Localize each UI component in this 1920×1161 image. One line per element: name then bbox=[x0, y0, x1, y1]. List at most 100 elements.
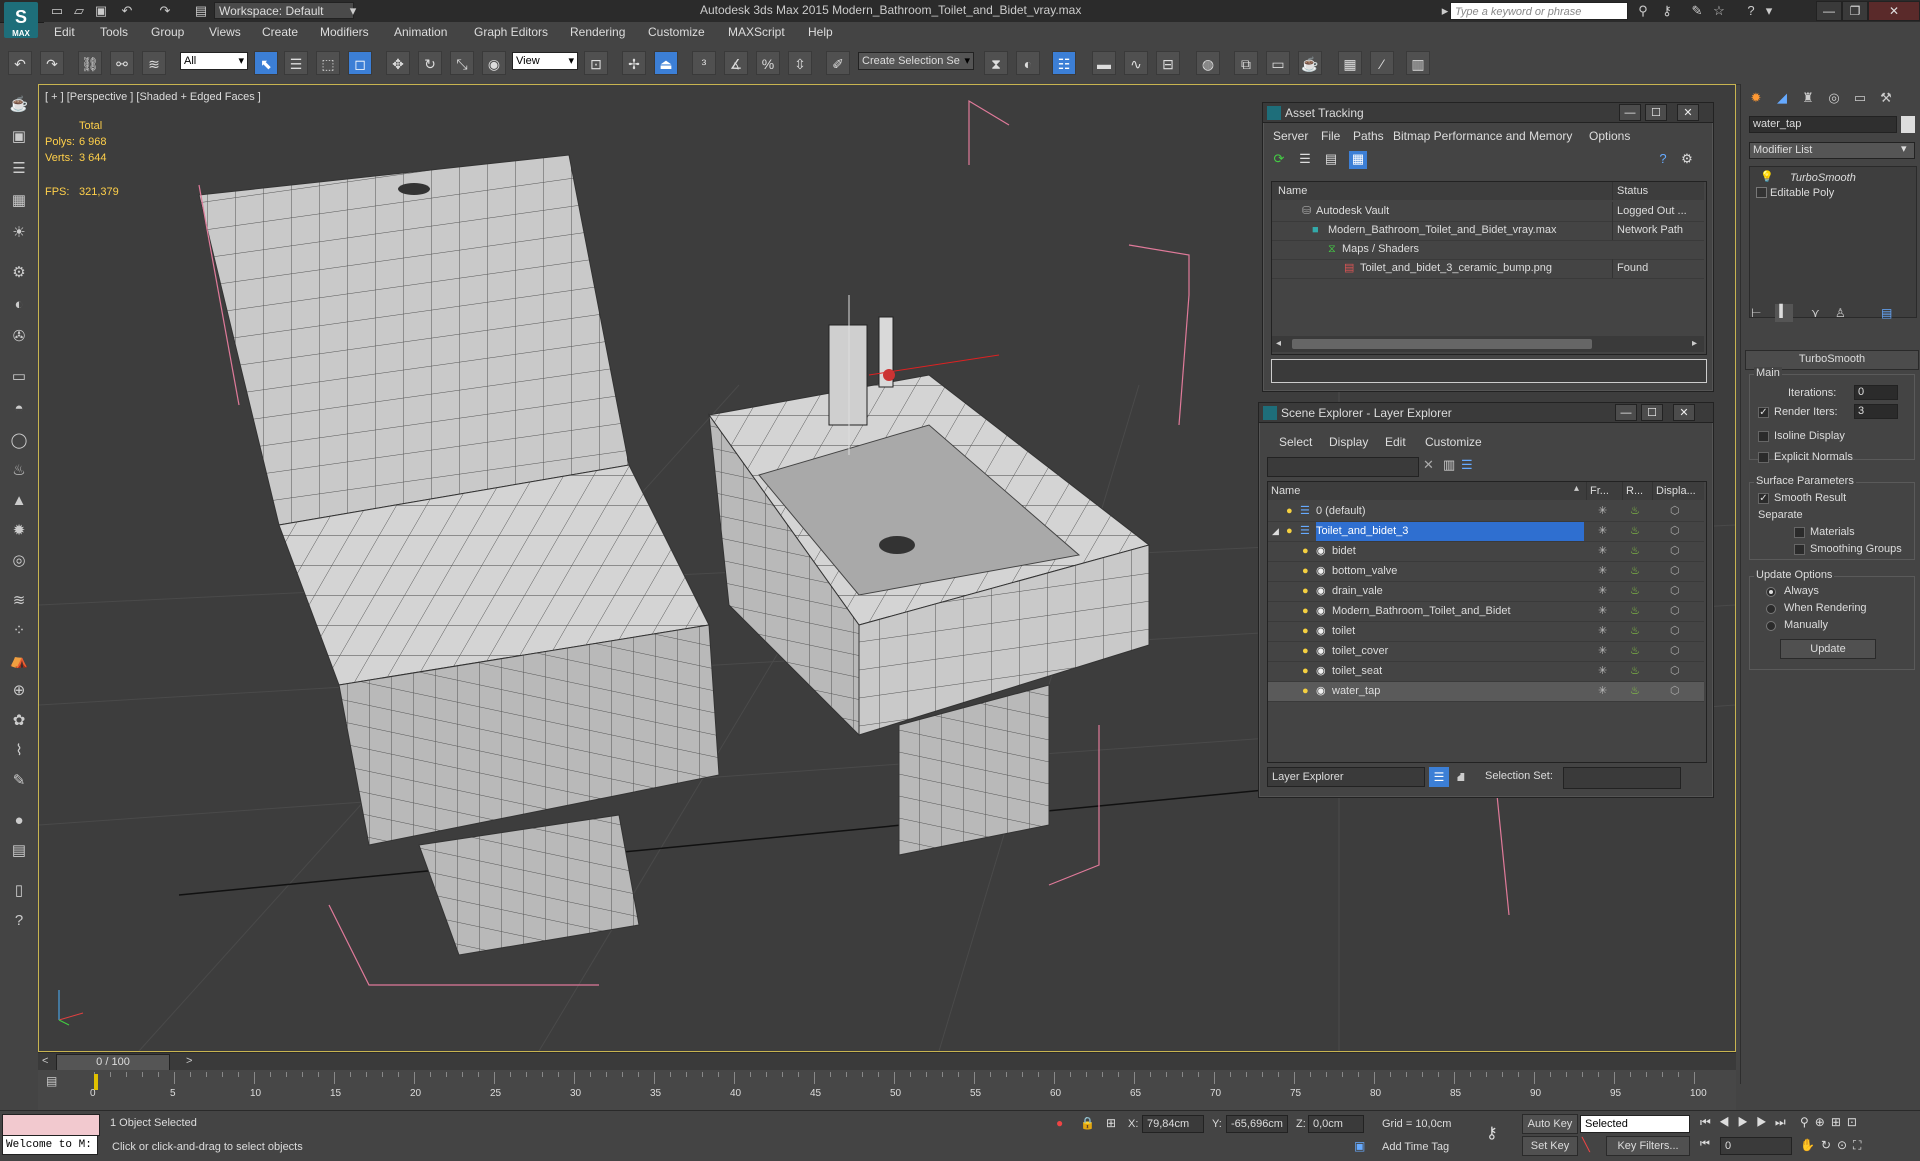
named-selection-dropdown[interactable]: Create Selection Se bbox=[858, 52, 974, 70]
always-radio[interactable] bbox=[1766, 587, 1776, 597]
layers-icon[interactable]: ☰ bbox=[7, 158, 31, 180]
renderable-teapot-icon[interactable]: ♨ bbox=[1630, 502, 1640, 521]
previous-frame-icon[interactable]: < bbox=[42, 1055, 48, 1067]
time-tag-icon[interactable]: ▣ bbox=[1354, 1139, 1365, 1153]
bidet-model[interactable] bbox=[708, 374, 1151, 856]
se-menu-select[interactable]: Select bbox=[1279, 433, 1312, 451]
scene-row[interactable]: ● ◉ Modern_Bathroom_Toilet_and_Bidet ✳ ♨ ⬡ bbox=[1268, 602, 1704, 622]
scene-row[interactable]: ● ◉ toilet_seat ✳ ♨ ⬡ bbox=[1268, 662, 1704, 682]
visibility-lightbulb-icon[interactable]: ● bbox=[1286, 502, 1293, 521]
freeze-icon[interactable]: ✳ bbox=[1598, 662, 1607, 681]
smooth-result-checkbox[interactable]: ✓ bbox=[1758, 493, 1769, 504]
stack-item-turbosmooth[interactable]: TurboSmooth bbox=[1790, 172, 1856, 184]
selection-set-dropdown[interactable] bbox=[1563, 767, 1681, 789]
cone-icon[interactable]: ▲ bbox=[7, 490, 31, 512]
unlink-icon[interactable]: ⚯ bbox=[110, 51, 134, 75]
at-menu-options[interactable]: Options bbox=[1589, 127, 1630, 145]
at-menu-paths[interactable]: Paths bbox=[1353, 127, 1384, 145]
renderable-teapot-icon[interactable]: ♨ bbox=[1630, 662, 1640, 681]
workspace-dropdown[interactable]: Workspace: Default bbox=[214, 2, 354, 19]
select-by-name-icon[interactable]: ☰ bbox=[284, 51, 308, 75]
scene-row[interactable]: ◢ ● ☰ Toilet_and_bidet_3 ✳ ♨ ⬡ bbox=[1268, 522, 1704, 542]
horizontal-scrollbar[interactable]: ◂ ▸ bbox=[1272, 336, 1704, 352]
freeze-icon[interactable]: ✳ bbox=[1598, 622, 1607, 641]
column-header-display[interactable]: Displa... bbox=[1652, 482, 1704, 500]
reference-coordinate-dropdown[interactable]: View bbox=[512, 52, 578, 70]
time-slider[interactable]: < 0 / 100 > bbox=[38, 1052, 1736, 1071]
column-header-freeze[interactable]: Fr... bbox=[1586, 482, 1622, 500]
iterations-spinner[interactable]: 0 bbox=[1854, 385, 1898, 400]
menu-maxscript[interactable]: MAXScript bbox=[728, 22, 785, 42]
selection-filter-dropdown[interactable]: All bbox=[180, 52, 248, 70]
close-button[interactable]: ✕ bbox=[1868, 1, 1920, 21]
visibility-lightbulb-icon[interactable]: ● bbox=[1302, 542, 1309, 561]
x-coordinate-field[interactable]: 79,84cm bbox=[1142, 1115, 1204, 1133]
update-button[interactable]: Update bbox=[1780, 639, 1876, 659]
scroll-right-icon[interactable]: ▸ bbox=[1692, 338, 1697, 349]
renderable-teapot-icon[interactable]: ♨ bbox=[1630, 642, 1640, 661]
help-dropdown-icon[interactable]: ▾ bbox=[1760, 3, 1778, 19]
document-icon[interactable]: ▯ bbox=[7, 880, 31, 902]
percent-snap-icon[interactable]: % bbox=[756, 51, 780, 75]
display-as-box-icon[interactable]: ⬡ bbox=[1670, 682, 1680, 701]
modify-tab-icon[interactable]: ◢ bbox=[1771, 88, 1793, 108]
visibility-lightbulb-icon[interactable]: ● bbox=[1302, 682, 1309, 701]
scene-row[interactable]: ● ☰ 0 (default) ✳ ♨ ⬡ bbox=[1268, 502, 1704, 522]
display-as-box-icon[interactable]: ⬡ bbox=[1670, 642, 1680, 661]
film-icon[interactable]: ✇ bbox=[7, 326, 31, 348]
menu-help[interactable]: Help bbox=[808, 22, 833, 42]
z-coordinate-field[interactable]: 0,0cm bbox=[1308, 1115, 1364, 1133]
se-menu-customize[interactable]: Customize bbox=[1425, 433, 1482, 451]
keyboard-shortcut-override-icon[interactable]: ⏏ bbox=[654, 51, 678, 75]
material-editor-icon[interactable]: ◍ bbox=[1196, 51, 1220, 75]
lock-selection-icon[interactable]: 🔒 bbox=[1080, 1116, 1095, 1130]
renderable-teapot-icon[interactable]: ♨ bbox=[1630, 622, 1640, 641]
freeze-icon[interactable]: ✳ bbox=[1598, 502, 1607, 521]
visibility-lightbulb-icon[interactable]: ● bbox=[1302, 642, 1309, 661]
visibility-lightbulb-icon[interactable]: ● bbox=[1302, 582, 1309, 601]
project-folder-icon[interactable]: ▤ bbox=[192, 3, 210, 19]
refresh-icon[interactable]: ⟳ bbox=[1271, 151, 1287, 167]
smoothing-groups-checkbox[interactable] bbox=[1794, 544, 1805, 555]
renderable-teapot-icon[interactable]: ♨ bbox=[1630, 582, 1640, 601]
column-header-name[interactable]: Name bbox=[1268, 482, 1586, 500]
curve-editor-icon[interactable]: ∿ bbox=[1124, 51, 1148, 75]
display-as-box-icon[interactable]: ⬡ bbox=[1670, 622, 1680, 641]
help-icon[interactable]: ? bbox=[7, 910, 31, 932]
redo-icon[interactable]: ↷ bbox=[156, 3, 174, 19]
scene-row[interactable]: ● ◉ bidet ✳ ♨ ⬡ bbox=[1268, 542, 1704, 562]
object-name-field[interactable]: water_tap bbox=[1749, 116, 1897, 133]
current-frame-marker[interactable] bbox=[94, 1074, 98, 1090]
scene-row[interactable]: ● ◉ bottom_valve ✳ ♨ ⬡ bbox=[1268, 562, 1704, 582]
undo-icon[interactable]: ↶ bbox=[8, 51, 32, 75]
help-icon[interactable]: ? bbox=[1655, 151, 1671, 167]
materials-checkbox[interactable] bbox=[1794, 527, 1805, 538]
isoline-display-checkbox[interactable] bbox=[1758, 431, 1769, 442]
display-as-box-icon[interactable]: ⬡ bbox=[1670, 562, 1680, 581]
visibility-lightbulb-icon[interactable]: ● bbox=[1286, 522, 1293, 541]
sun-icon[interactable]: ✹ bbox=[7, 520, 31, 542]
auto-key-button[interactable]: Auto Key bbox=[1522, 1114, 1578, 1134]
mirror-icon[interactable]: ⧗ bbox=[984, 51, 1008, 75]
visibility-lightbulb-icon[interactable]: ● bbox=[1302, 602, 1309, 621]
se-menu-display[interactable]: Display bbox=[1329, 433, 1368, 451]
utilities-tab-icon[interactable]: ⚒ bbox=[1875, 88, 1897, 108]
scene-row[interactable]: ● ◉ toilet_cover ✳ ♨ ⬡ bbox=[1268, 642, 1704, 662]
at-menu-bitmap-performance[interactable]: Bitmap Performance and Memory bbox=[1393, 127, 1572, 145]
pivot-center-icon[interactable]: ⊡ bbox=[584, 51, 608, 75]
light-icon[interactable]: ☀ bbox=[7, 222, 31, 244]
camera-icon[interactable]: ◐ bbox=[7, 294, 31, 316]
freeze-icon[interactable]: ✳ bbox=[1598, 682, 1607, 701]
particles-icon[interactable]: ⁘ bbox=[7, 620, 31, 642]
menu-rendering[interactable]: Rendering bbox=[570, 22, 625, 42]
motion-tab-icon[interactable]: ◎ bbox=[1823, 88, 1845, 108]
viewport-label[interactable]: [ + ] [Perspective ] [Shaded + Edged Fac… bbox=[45, 91, 261, 103]
create-tab-icon[interactable]: ✹ bbox=[1745, 88, 1767, 108]
cloth-icon[interactable]: ⛺ bbox=[7, 650, 31, 672]
maximize-button[interactable]: ☐ bbox=[1641, 404, 1663, 421]
app-logo[interactable]: S MAX bbox=[4, 2, 38, 38]
scene-row[interactable]: ● ◉ toilet ✳ ♨ ⬡ bbox=[1268, 622, 1704, 642]
menu-graph-editors[interactable]: Graph Editors bbox=[474, 22, 548, 42]
dome-icon[interactable]: ◓ bbox=[7, 398, 31, 420]
settings-icon[interactable]: ⚙ bbox=[1679, 151, 1695, 167]
